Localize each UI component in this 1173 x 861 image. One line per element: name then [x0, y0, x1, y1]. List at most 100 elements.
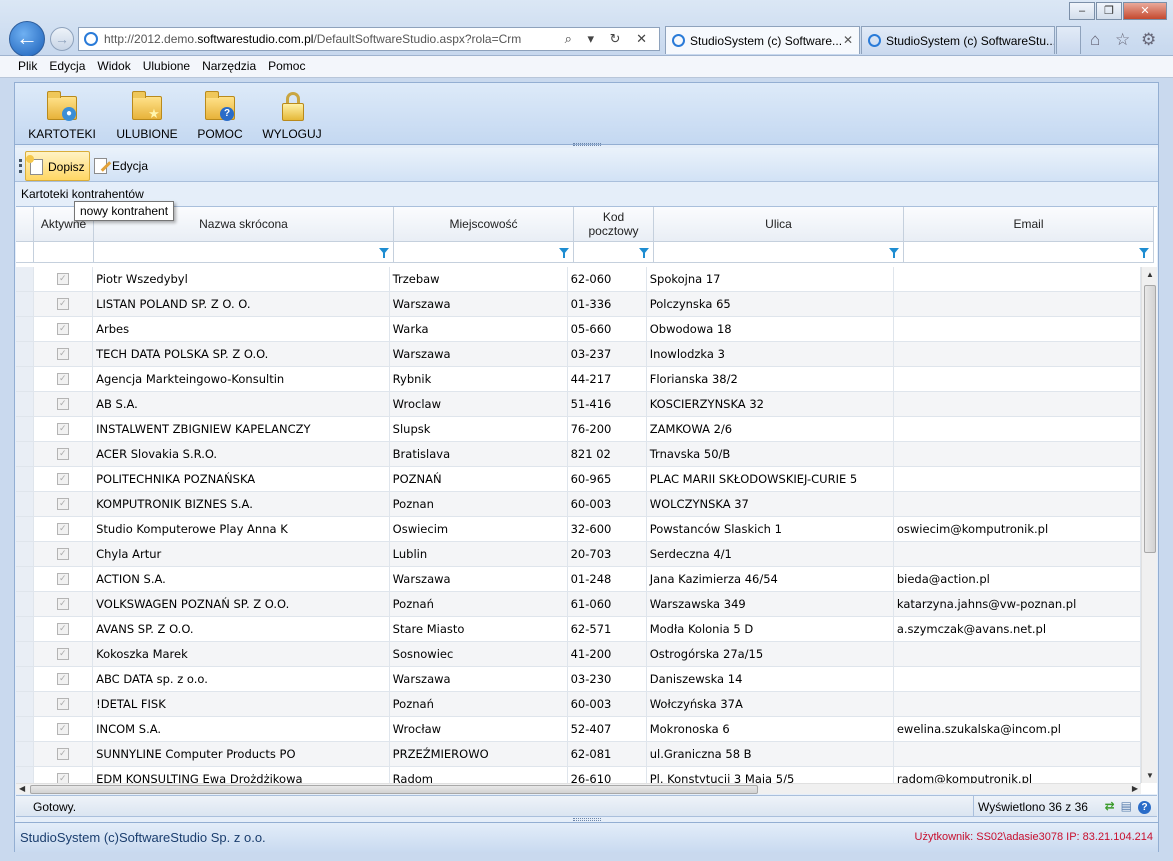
active-checkbox[interactable]: ✓	[56, 723, 69, 735]
cell-aktywne[interactable]: ✓	[34, 417, 94, 441]
vertical-scrollbar[interactable]: ▲ ▼	[1141, 267, 1157, 783]
table-row[interactable]: ✓ AB S.A. Wroclaw 51-416 KOSCIERZYNSKA 32	[16, 392, 1141, 417]
table-row[interactable]: ✓ INCOM S.A. Wrocław 52-407 Mokronoska 6 ewel…	[16, 717, 1141, 742]
table-row[interactable]: ✓ TECH DATA POLSKA SP. Z O.O. Warszawa 03-2…	[16, 342, 1141, 367]
active-checkbox[interactable]: ✓	[56, 748, 69, 760]
cell-aktywne[interactable]: ✓	[34, 492, 94, 516]
active-checkbox[interactable]: ✓	[56, 298, 69, 310]
cell-aktywne[interactable]: ✓	[34, 342, 94, 366]
table-row[interactable]: ✓ VOLKSWAGEN POZNAŃ SP. Z O.O. Poznań 61-06…	[16, 592, 1141, 617]
browser-tab[interactable]: StudioSystem (c) SoftwareStu...	[861, 26, 1055, 54]
active-checkbox[interactable]: ✓	[56, 448, 69, 460]
row-selector[interactable]	[16, 492, 34, 516]
filter-icon[interactable]	[889, 248, 899, 258]
active-checkbox[interactable]: ✓	[56, 473, 69, 485]
filter-kod[interactable]	[574, 242, 654, 262]
cell-aktywne[interactable]: ✓	[34, 592, 94, 616]
row-selector[interactable]	[16, 542, 34, 566]
help-icon[interactable]: ?	[1138, 801, 1151, 814]
ribbon-wyloguj-button[interactable]: WYLOGUJ	[260, 91, 324, 141]
close-tab-icon[interactable]: ✕	[843, 33, 853, 47]
filter-icon[interactable]	[559, 248, 569, 258]
ribbon-ulubione-button[interactable]: ★ ULUBIONE	[114, 91, 180, 141]
menu-widok[interactable]: Widok	[91, 56, 136, 77]
scroll-thumb[interactable]	[1144, 285, 1156, 553]
ribbon-kartoteki-button[interactable]: ● KARTOTEKI	[25, 91, 99, 141]
active-checkbox[interactable]: ✓	[56, 773, 69, 783]
table-row[interactable]: ✓ EDM KONSULTING Ewa Drożdżikowa Radom 26-6…	[16, 767, 1141, 783]
active-checkbox[interactable]: ✓	[56, 648, 69, 660]
column-header-miejscowosc[interactable]: Miejscowość	[394, 207, 574, 241]
row-selector[interactable]	[16, 667, 34, 691]
row-selector[interactable]	[16, 617, 34, 641]
table-row[interactable]: ✓ ABC DATA sp. z o.o. Warszawa 03-230 Danisz…	[16, 667, 1141, 692]
cell-aktywne[interactable]: ✓	[34, 317, 94, 341]
filter-icon[interactable]	[1139, 248, 1149, 258]
cell-aktywne[interactable]: ✓	[34, 467, 94, 491]
active-checkbox[interactable]: ✓	[56, 548, 69, 560]
cell-aktywne[interactable]: ✓	[34, 642, 94, 666]
cell-aktywne[interactable]: ✓	[34, 617, 94, 641]
table-row[interactable]: ✓ INSTALWENT ZBIGNIEW KAPELANCZY Slupsk 76-…	[16, 417, 1141, 442]
cell-aktywne[interactable]: ✓	[34, 442, 94, 466]
forward-button[interactable]: →	[50, 27, 74, 51]
row-selector[interactable]	[16, 592, 34, 616]
row-selector[interactable]	[16, 392, 34, 416]
column-header-kod[interactable]: Kod pocztowy	[574, 207, 654, 241]
table-row[interactable]: ✓ Chyla Artur Lublin 20-703 Serdeczna 4/1	[16, 542, 1141, 567]
settings-gear-icon[interactable]: ⚙	[1141, 30, 1156, 50]
row-selector[interactable]	[16, 442, 34, 466]
active-checkbox[interactable]: ✓	[56, 673, 69, 685]
row-selector[interactable]	[16, 767, 34, 783]
row-selector[interactable]	[16, 567, 34, 591]
filter-miejscowosc[interactable]	[394, 242, 574, 262]
menu-pomoc[interactable]: Pomoc	[262, 56, 311, 77]
cell-aktywne[interactable]: ✓	[34, 567, 94, 591]
filter-ulica[interactable]	[654, 242, 904, 262]
hscroll-thumb[interactable]	[30, 785, 758, 794]
table-row[interactable]: ✓ Kokoszka Marek Sosnowiec 41-200 Ostrogórsk…	[16, 642, 1141, 667]
ribbon-pomoc-button[interactable]: ? POMOC	[195, 91, 245, 141]
toolbar-grip[interactable]	[19, 159, 22, 173]
filter-icon[interactable]	[379, 248, 389, 258]
column-header-email[interactable]: Email	[904, 207, 1154, 241]
active-checkbox[interactable]: ✓	[56, 323, 69, 335]
table-row[interactable]: ✓ LISTAN POLAND SP. Z O. O. Warszawa 01-336…	[16, 292, 1141, 317]
filter-nazwa[interactable]	[94, 242, 394, 262]
cell-aktywne[interactable]: ✓	[34, 267, 94, 291]
refresh-icon[interactable]: ⇄	[1105, 799, 1121, 813]
cell-aktywne[interactable]: ✓	[34, 542, 94, 566]
horizontal-scrollbar[interactable]: ◀ ▶	[16, 783, 1141, 794]
active-checkbox[interactable]: ✓	[56, 348, 69, 360]
table-row[interactable]: ✓ AVANS SP. Z O.O. Stare Miasto 62-571 Modła…	[16, 617, 1141, 642]
browser-tab-active[interactable]: StudioSystem (c) Software... ✕	[665, 26, 860, 54]
filter-email[interactable]	[904, 242, 1154, 262]
active-checkbox[interactable]: ✓	[56, 398, 69, 410]
row-selector[interactable]	[16, 367, 34, 391]
row-selector[interactable]	[16, 717, 34, 741]
active-checkbox[interactable]: ✓	[56, 698, 69, 710]
footer-splitter[interactable]	[573, 818, 601, 821]
cell-aktywne[interactable]: ✓	[34, 292, 94, 316]
cell-aktywne[interactable]: ✓	[34, 667, 94, 691]
add-button[interactable]: Dopisz	[25, 151, 90, 181]
new-tab-button[interactable]	[1056, 26, 1081, 54]
cell-aktywne[interactable]: ✓	[34, 367, 94, 391]
table-row[interactable]: ✓ Arbes Warka 05-660 Obwodowa 18	[16, 317, 1141, 342]
cell-aktywne[interactable]: ✓	[34, 717, 94, 741]
maximize-button[interactable]: ❐	[1096, 2, 1122, 20]
export-icon[interactable]: ▤	[1121, 799, 1138, 813]
cell-aktywne[interactable]: ✓	[34, 742, 94, 766]
cell-aktywne[interactable]: ✓	[34, 392, 94, 416]
active-checkbox[interactable]: ✓	[56, 523, 69, 535]
address-bar[interactable]: http://2012.demo.softwarestudio.com.pl/D…	[78, 27, 660, 51]
favorites-star-icon[interactable]: ☆	[1115, 30, 1130, 50]
close-window-button[interactable]: ✕	[1123, 2, 1167, 20]
table-row[interactable]: ✓ Piotr Wszedybyl Trzebaw 62-060 Spokojna 17	[16, 267, 1141, 292]
menu-plik[interactable]: Plik	[12, 56, 43, 77]
row-selector[interactable]	[16, 467, 34, 491]
table-row[interactable]: ✓ ACTION S.A. Warszawa 01-248 Jana Kazimierz…	[16, 567, 1141, 592]
address-tools[interactable]: ⌕ ▾ ↻ ✕	[565, 31, 653, 47]
row-selector[interactable]	[16, 317, 34, 341]
filter-icon[interactable]	[639, 248, 649, 258]
